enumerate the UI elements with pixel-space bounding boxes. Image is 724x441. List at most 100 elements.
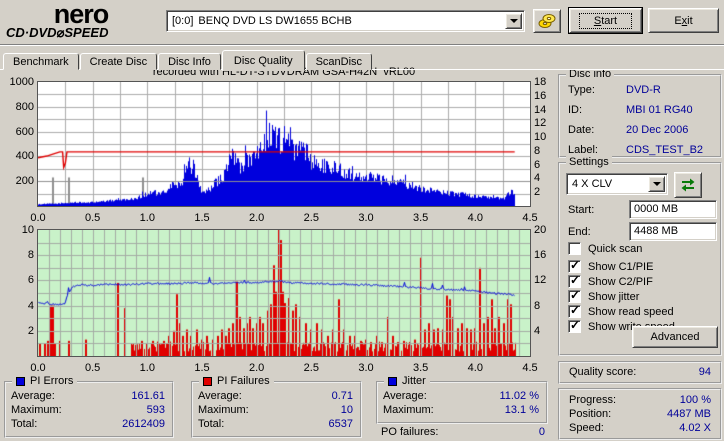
jitter-legend-icon bbox=[388, 377, 397, 386]
axis-tick: 1000 bbox=[9, 76, 34, 88]
start-position-input[interactable]: 0000 MB bbox=[629, 200, 717, 219]
axis-tick: 800 bbox=[15, 100, 34, 113]
axis-tick: 1.5 bbox=[194, 212, 210, 224]
quick-scan-label: Quick scan bbox=[588, 243, 643, 255]
axis-tick: 4 bbox=[27, 299, 34, 312]
check-icon: ✓ bbox=[570, 318, 581, 332]
disc-info-group: Disc info Type: DVD-R ID: MBI 01 RG40 Date… bbox=[558, 68, 722, 158]
quick-scan-checkbox[interactable]: ✓ bbox=[568, 242, 581, 255]
drive-selector[interactable]: [0:0] BENQ DVD LS DW1655 BCHB bbox=[166, 10, 525, 32]
quality-score-label: Quality score: bbox=[569, 366, 637, 378]
scan-speed-select[interactable]: 4 X CLV bbox=[566, 173, 668, 195]
show-c2-pif-label: Show C2/PIF bbox=[588, 276, 653, 288]
axis-tick: 8 bbox=[27, 249, 34, 262]
cd-dvd-speed-logo-text: CD·DVD⌀SPEED bbox=[6, 25, 156, 40]
show-jitter-checkbox[interactable]: ✓ bbox=[568, 288, 581, 303]
axis-tick: 2 bbox=[534, 186, 541, 199]
axis-tick: 16 bbox=[534, 89, 547, 102]
stat-row: Average: 0.71 bbox=[198, 390, 353, 402]
axis-tick: 0.5 bbox=[85, 362, 101, 374]
position-row: Position: 4487 MB bbox=[569, 408, 711, 420]
stat-row: Total: 6537 bbox=[198, 418, 353, 430]
discs-icon bbox=[538, 14, 556, 28]
jitter-panel: Jitter Average: 11.02 % Maximum: 13.1 % bbox=[376, 375, 548, 424]
axis-tick: 400 bbox=[15, 150, 34, 163]
start-button[interactable]: Start bbox=[569, 8, 642, 33]
show-write-speed-checkbox[interactable]: ✓ bbox=[568, 318, 581, 333]
axis-tick: 3.5 bbox=[413, 362, 429, 374]
axis-tick: 0.5 bbox=[85, 212, 101, 224]
pi-errors-panel: PI Errors Average: 161.61 Maximum: 593 Tot… bbox=[4, 375, 174, 438]
axis-tick: 4 bbox=[534, 324, 541, 337]
show-c1-pie-checkbox[interactable]: ✓ bbox=[568, 258, 581, 273]
axis-tick: 20 bbox=[534, 224, 547, 236]
axis-tick: 12 bbox=[534, 274, 547, 287]
pi-failures-legend-icon bbox=[203, 377, 212, 386]
tab-bar: Benchmark Create Disc Disc Info Disc Qua… bbox=[3, 49, 373, 71]
stat-row: Maximum: 13.1 % bbox=[383, 404, 539, 416]
disc-info-row: Date: 20 Dec 2006 bbox=[568, 124, 689, 136]
eject-disc-button[interactable] bbox=[533, 9, 561, 33]
logo-speed: SPEED bbox=[64, 25, 109, 40]
axis-tick: 2.0 bbox=[249, 362, 265, 374]
show-jitter-label: Show jitter bbox=[588, 291, 640, 303]
advanced-button[interactable]: Advanced bbox=[632, 326, 718, 348]
check-icon: ✓ bbox=[570, 288, 581, 302]
end-position-label: End: bbox=[568, 226, 591, 238]
stat-row: Maximum: 593 bbox=[11, 404, 165, 416]
quality-score-panel: Quality score: 94 bbox=[558, 361, 722, 384]
start-position-label: Start: bbox=[568, 204, 595, 216]
tab-benchmark[interactable]: Benchmark bbox=[3, 53, 79, 70]
axis-tick: 3.0 bbox=[358, 362, 374, 374]
axis-tick: 8 bbox=[534, 144, 541, 157]
show-c1-pie-label: Show C1/PIE bbox=[588, 261, 654, 273]
show-read-speed-label: Show read speed bbox=[588, 306, 674, 318]
tab-disc-info[interactable]: Disc Info bbox=[158, 53, 221, 70]
axis-tick: 4 bbox=[534, 172, 541, 185]
axis-tick: 2 bbox=[27, 324, 34, 337]
show-c2-pif-checkbox[interactable]: ✓ bbox=[568, 273, 581, 288]
nero-cd-dvd-speed-window: nero CD·DVD⌀SPEED [0:0] BENQ DVD LS DW16… bbox=[0, 0, 724, 441]
chevron-down-icon bbox=[509, 19, 518, 27]
pi-errors-chart bbox=[37, 81, 531, 207]
axis-tick: 1.5 bbox=[194, 362, 210, 374]
axis-tick: 3.5 bbox=[413, 212, 429, 224]
toolbar-separator bbox=[0, 44, 724, 46]
exit-button[interactable]: Exit bbox=[648, 8, 719, 33]
nero-logo: nero CD·DVD⌀SPEED bbox=[6, 1, 156, 43]
stat-row: Average: 161.61 bbox=[11, 390, 165, 402]
axis-tick: 12 bbox=[534, 117, 547, 130]
axis-tick: 1.0 bbox=[139, 212, 155, 224]
pi-failures-panel: PI Failures Average: 0.71 Maximum: 10 Tota… bbox=[191, 375, 362, 438]
quality-score-value: 94 bbox=[698, 366, 711, 378]
pi-errors-title: PI Errors bbox=[30, 375, 74, 387]
axis-tick: 4.0 bbox=[467, 362, 483, 374]
drive-name: BENQ DVD LS DW1655 BCHB bbox=[198, 15, 352, 27]
scan-speed-dropdown-button[interactable] bbox=[648, 176, 665, 192]
axis-tick: 6 bbox=[534, 158, 541, 171]
drive-id: [0:0] bbox=[172, 15, 194, 27]
axis-tick: 600 bbox=[15, 125, 34, 138]
end-position-input[interactable]: 4488 MB bbox=[629, 222, 717, 241]
axis-tick: 2.0 bbox=[249, 212, 265, 224]
pi-errors-legend-icon bbox=[16, 377, 25, 386]
settings-group: Settings 4 X CLV Start: 0000 MB End: 448… bbox=[558, 156, 722, 356]
tab-disc-quality[interactable]: Disc Quality bbox=[221, 50, 305, 71]
axis-tick: 4.5 bbox=[522, 362, 538, 374]
show-read-speed-checkbox[interactable]: ✓ bbox=[568, 303, 581, 318]
refresh-icon bbox=[681, 178, 695, 192]
refresh-button[interactable] bbox=[674, 172, 702, 198]
jitter-title: Jitter bbox=[402, 375, 426, 387]
tab-create-disc[interactable]: Create Disc bbox=[79, 53, 158, 70]
start-button-label: Start bbox=[578, 12, 633, 29]
tab-scandisc[interactable]: ScanDisc bbox=[305, 53, 373, 70]
nero-logo-text: nero bbox=[53, 0, 110, 29]
settings-title: Settings bbox=[566, 156, 612, 169]
stat-row: Maximum: 10 bbox=[198, 404, 353, 416]
axis-tick: 4.0 bbox=[467, 212, 483, 224]
axis-tick: 4.5 bbox=[522, 212, 538, 224]
pi-failures-jitter-chart bbox=[37, 229, 531, 357]
drive-selector-dropdown-button[interactable] bbox=[505, 13, 522, 29]
speed-row: Speed: 4.02 X bbox=[569, 422, 711, 434]
axis-tick: 14 bbox=[534, 103, 547, 116]
